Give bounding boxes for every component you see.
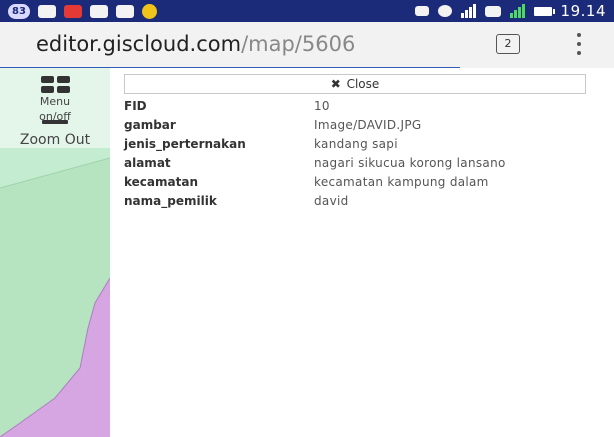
attribute-key: kecamatan (124, 174, 198, 189)
attribute-key: nama_pemilik (124, 193, 217, 208)
table-row: alamat nagari sikucua korong lansano (124, 153, 510, 172)
address-bar[interactable]: editor.giscloud.com/map/5606 (36, 32, 355, 56)
map-view[interactable]: Menu on/off Zoom Out (0, 68, 110, 437)
attribute-key: FID (124, 98, 147, 113)
table-row: gambar Image/DAVID.JPG (124, 115, 510, 134)
feature-info-panel: ✖ Close FID 10 gambar Image/DAVID.JPG je… (110, 68, 614, 437)
close-icon: ✖ (330, 77, 341, 91)
signal-icon (460, 4, 476, 18)
map-controls-overlay: Menu on/off Zoom Out (0, 68, 110, 148)
overflow-menu-icon[interactable] (576, 33, 582, 55)
attribute-value: david (314, 193, 349, 208)
notification-icons: 83 (0, 3, 157, 19)
url-host: editor.giscloud.com (36, 32, 242, 56)
attribute-key: jenis_perternakan (124, 136, 246, 151)
signal-2-icon (509, 4, 525, 18)
data-type-icon (484, 5, 501, 17)
app-notification-icon (141, 3, 157, 19)
browser-toolbar: editor.giscloud.com/map/5606 2 (0, 22, 614, 69)
tabs-icon[interactable]: 2 (496, 34, 520, 54)
vibrate-icon (414, 6, 429, 16)
attribute-key: gambar (124, 117, 176, 132)
table-row: jenis_perternakan kandang sapi (124, 134, 510, 153)
zoom-out-label: Zoom Out (19, 132, 91, 148)
dots-notification-icon (37, 4, 56, 18)
table-row: FID 10 (124, 96, 510, 115)
menu-label-line1: Menu (39, 95, 71, 108)
attribute-key: alamat (124, 155, 171, 170)
alarm-icon (437, 5, 452, 17)
attribute-value: kecamatan kampung dalam (314, 174, 489, 189)
menu-toggle-button[interactable]: Menu on/off (0, 68, 110, 123)
close-label: Close (346, 77, 380, 91)
table-row: nama_pemilik david (124, 191, 510, 210)
message-notification-icon (89, 4, 108, 18)
battery-icon (533, 6, 555, 16)
gallery-notification-icon (115, 4, 134, 18)
attribute-value: kandang sapi (314, 136, 398, 151)
zoom-out-icon (42, 120, 68, 124)
url-path: /map/5606 (241, 32, 356, 56)
notification-count-badge: 83 (8, 3, 30, 19)
attribute-value: 10 (314, 98, 330, 113)
close-button[interactable]: ✖ Close (124, 74, 586, 94)
system-icons: 19.14 (414, 0, 606, 22)
attribute-table: FID 10 gambar Image/DAVID.JPG jenis_pert… (124, 96, 510, 210)
table-row: kecamatan kecamatan kampung dalam (124, 172, 510, 191)
status-clock: 19.14 (560, 2, 606, 20)
mi-notification-icon (63, 4, 82, 18)
attribute-value: nagari sikucua korong lansano (314, 155, 506, 170)
zoom-out-button[interactable]: Zoom Out (0, 116, 110, 148)
menu-toggle-icon (0, 76, 110, 93)
attribute-value: Image/DAVID.JPG (314, 117, 422, 132)
status-bar: 83 19.14 (0, 0, 614, 22)
